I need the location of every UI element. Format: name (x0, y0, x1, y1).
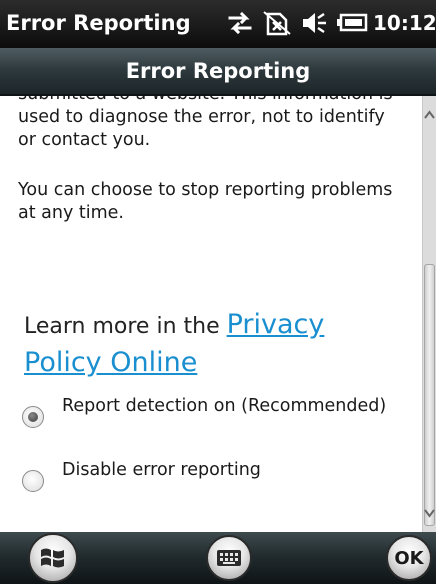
status-clock: 10:12 (373, 11, 436, 35)
ok-button-label: OK (394, 547, 424, 569)
paragraph-cut-off: submitted to a website. This information… (18, 96, 408, 106)
ok-button[interactable]: OK (386, 535, 432, 581)
radio-disable-reporting[interactable] (22, 470, 44, 492)
learn-more-text: Learn more in the Privacy Policy Online (24, 307, 404, 383)
no-sim-icon (262, 10, 292, 40)
data-connection-icon (226, 10, 254, 40)
title-bar: Error Reporting (0, 48, 436, 96)
keyboard-button[interactable] (206, 535, 252, 581)
paragraph-stop-reporting: You can choose to stop reporting problem… (18, 180, 393, 223)
page-title: Error Reporting (125, 59, 311, 83)
scroll-down-arrow-icon[interactable] (423, 498, 436, 528)
paragraph-privacy: used to diagnose the error, not to ident… (18, 107, 385, 150)
battery-icon (336, 10, 368, 40)
radio-report-detection[interactable] (22, 406, 44, 428)
start-button[interactable] (28, 533, 78, 583)
volume-icon (300, 10, 330, 40)
keyboard-icon (217, 550, 241, 566)
status-bar: Error Reporting 10:12 (0, 0, 436, 48)
option-label[interactable]: Report detection on (Recommended) (62, 396, 386, 416)
content-area: submitted to a website. This information… (0, 96, 422, 532)
radio-selected-dot (28, 412, 38, 422)
bottom-bar: OK (0, 532, 436, 584)
learn-more-prefix: Learn more in the (24, 314, 227, 339)
scrollbar[interactable] (422, 96, 436, 532)
option-label[interactable]: Disable error reporting (62, 460, 261, 480)
status-app-title: Error Reporting (6, 11, 191, 35)
windows-logo-icon (41, 548, 64, 568)
scroll-up-arrow-icon[interactable] (423, 100, 436, 130)
scroll-thumb[interactable] (424, 264, 435, 526)
